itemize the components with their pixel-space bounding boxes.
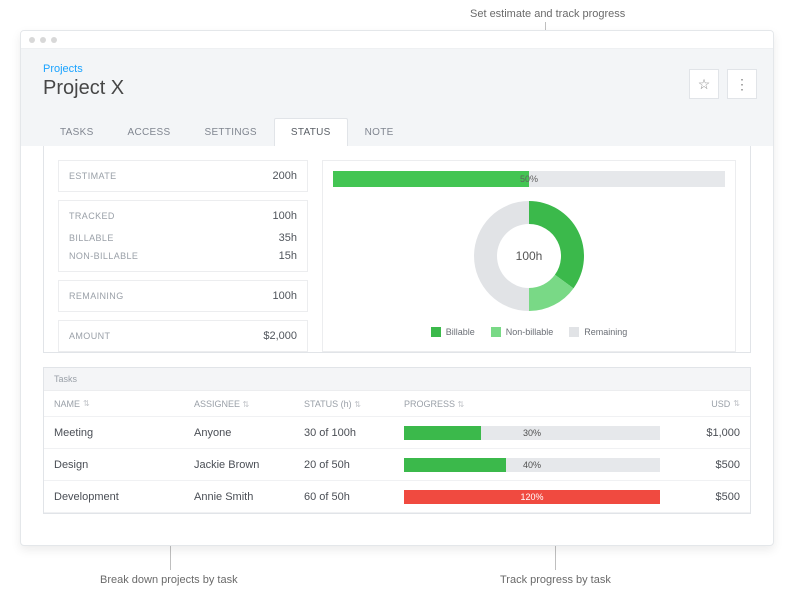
swatch-icon bbox=[431, 327, 441, 337]
task-name: Design bbox=[54, 459, 194, 471]
col-usd[interactable]: USD⇅ bbox=[680, 399, 740, 409]
annotation-top: Set estimate and track progress bbox=[470, 8, 625, 20]
stat-value: $2,000 bbox=[263, 330, 297, 342]
donut-chart: 100h bbox=[464, 191, 594, 321]
task-assignee: Annie Smith bbox=[194, 491, 304, 503]
legend-nonbillable: Non-billable bbox=[491, 327, 554, 337]
sort-icon: ⇅ bbox=[354, 400, 361, 409]
traffic-light-dot bbox=[29, 37, 35, 43]
app-window: Projects Project X ☆ ⋮ TASKS ACCESS SETT… bbox=[20, 30, 774, 546]
table-row[interactable]: MeetingAnyone30 of 100h30% $1,000 bbox=[44, 417, 750, 449]
sort-icon: ⇅ bbox=[83, 399, 90, 408]
stat-amount: AMOUNT $2,000 bbox=[58, 320, 308, 352]
page-header: Projects Project X ☆ ⋮ TASKS ACCESS SETT… bbox=[21, 49, 773, 146]
stat-label: AMOUNT bbox=[69, 331, 110, 341]
swatch-icon bbox=[569, 327, 579, 337]
task-usd: $1,000 bbox=[680, 427, 740, 439]
star-icon: ☆ bbox=[698, 76, 711, 93]
task-progress-label: 40% bbox=[404, 458, 660, 472]
page-title: Project X bbox=[43, 77, 751, 100]
donut-center-label: 100h bbox=[516, 249, 543, 263]
stat-label: REMAINING bbox=[69, 291, 124, 301]
legend-billable: Billable bbox=[431, 327, 475, 337]
stat-value: 15h bbox=[279, 250, 297, 262]
col-name[interactable]: NAME⇅ bbox=[54, 399, 194, 409]
task-progress: 40% bbox=[404, 458, 680, 472]
col-assignee[interactable]: ASSIGNEE ⇅ bbox=[194, 399, 304, 409]
legend-remaining: Remaining bbox=[569, 327, 627, 337]
table-row[interactable]: DesignJackie Brown20 of 50h40% $500 bbox=[44, 449, 750, 481]
col-progress[interactable]: PROGRESS ⇅ bbox=[404, 399, 680, 409]
stat-value: 200h bbox=[273, 170, 297, 182]
task-progress-bar: 30% bbox=[404, 426, 660, 440]
stat-label: BILLABLE bbox=[69, 233, 114, 243]
traffic-light-dot bbox=[51, 37, 57, 43]
task-assignee: Anyone bbox=[194, 427, 304, 439]
more-button[interactable]: ⋮ bbox=[727, 69, 757, 99]
task-status: 20 of 50h bbox=[304, 459, 404, 471]
progress-label: 50% bbox=[333, 171, 725, 187]
legend-label: Remaining bbox=[584, 327, 627, 337]
annotation-bottom-right: Track progress by task bbox=[500, 574, 611, 586]
tab-note[interactable]: NOTE bbox=[348, 118, 411, 146]
traffic-light-dot bbox=[40, 37, 46, 43]
task-name: Development bbox=[54, 491, 194, 503]
task-progress-label: 120% bbox=[404, 490, 660, 504]
status-content: ESTIMATE 200h TRACKED 100h BILLABLE 35h … bbox=[43, 146, 751, 353]
window-titlebar bbox=[21, 31, 773, 49]
overall-progress-bar: 50% bbox=[333, 171, 725, 187]
task-progress: 120% bbox=[404, 490, 680, 504]
task-status: 60 of 50h bbox=[304, 491, 404, 503]
sort-icon: ⇅ bbox=[733, 399, 740, 409]
task-progress-label: 30% bbox=[404, 426, 660, 440]
stat-label: TRACKED bbox=[69, 211, 115, 221]
stat-value: 100h bbox=[273, 290, 297, 302]
kebab-icon: ⋮ bbox=[735, 76, 749, 93]
favorite-button[interactable]: ☆ bbox=[689, 69, 719, 99]
tasks-panel-title: Tasks bbox=[44, 368, 750, 391]
task-progress-bar: 120% bbox=[404, 490, 660, 504]
task-status: 30 of 100h bbox=[304, 427, 404, 439]
swatch-icon bbox=[491, 327, 501, 337]
breadcrumb[interactable]: Projects bbox=[43, 63, 83, 75]
tab-settings[interactable]: SETTINGS bbox=[187, 118, 273, 146]
task-progress-bar: 40% bbox=[404, 458, 660, 472]
sort-icon: ⇅ bbox=[243, 400, 250, 409]
stat-label: ESTIMATE bbox=[69, 171, 117, 181]
legend-label: Non-billable bbox=[506, 327, 554, 337]
col-status[interactable]: STATUS (h) ⇅ bbox=[304, 399, 404, 409]
task-usd: $500 bbox=[680, 491, 740, 503]
task-name: Meeting bbox=[54, 427, 194, 439]
task-usd: $500 bbox=[680, 459, 740, 471]
sort-icon: ⇅ bbox=[458, 400, 465, 409]
tasks-column-headers: NAME⇅ ASSIGNEE ⇅ STATUS (h) ⇅ PROGRESS ⇅… bbox=[44, 391, 750, 417]
stat-estimate: ESTIMATE 200h bbox=[58, 160, 308, 192]
stat-label: NON-BILLABLE bbox=[69, 251, 138, 261]
stats-column: ESTIMATE 200h TRACKED 100h BILLABLE 35h … bbox=[58, 160, 308, 352]
stat-value: 35h bbox=[279, 232, 297, 244]
project-tabs: TASKS ACCESS SETTINGS STATUS NOTE bbox=[43, 118, 751, 146]
chart-legend: Billable Non-billable Remaining bbox=[431, 327, 628, 337]
tab-status[interactable]: STATUS bbox=[274, 118, 348, 146]
tab-tasks[interactable]: TASKS bbox=[43, 118, 111, 146]
chart-area: 50% 100h Billable Non-billable Remaining bbox=[322, 160, 736, 352]
table-row[interactable]: DevelopmentAnnie Smith60 of 50h120% $500 bbox=[44, 481, 750, 513]
tab-access[interactable]: ACCESS bbox=[111, 118, 188, 146]
annotation-bottom-left: Break down projects by task bbox=[100, 574, 238, 586]
task-assignee: Jackie Brown bbox=[194, 459, 304, 471]
legend-label: Billable bbox=[446, 327, 475, 337]
stat-value: 100h bbox=[273, 210, 297, 222]
task-progress: 30% bbox=[404, 426, 680, 440]
stat-tracked: TRACKED 100h BILLABLE 35h NON-BILLABLE 1… bbox=[58, 200, 308, 272]
tasks-panel: Tasks NAME⇅ ASSIGNEE ⇅ STATUS (h) ⇅ PROG… bbox=[43, 367, 751, 514]
stat-remaining: REMAINING 100h bbox=[58, 280, 308, 312]
